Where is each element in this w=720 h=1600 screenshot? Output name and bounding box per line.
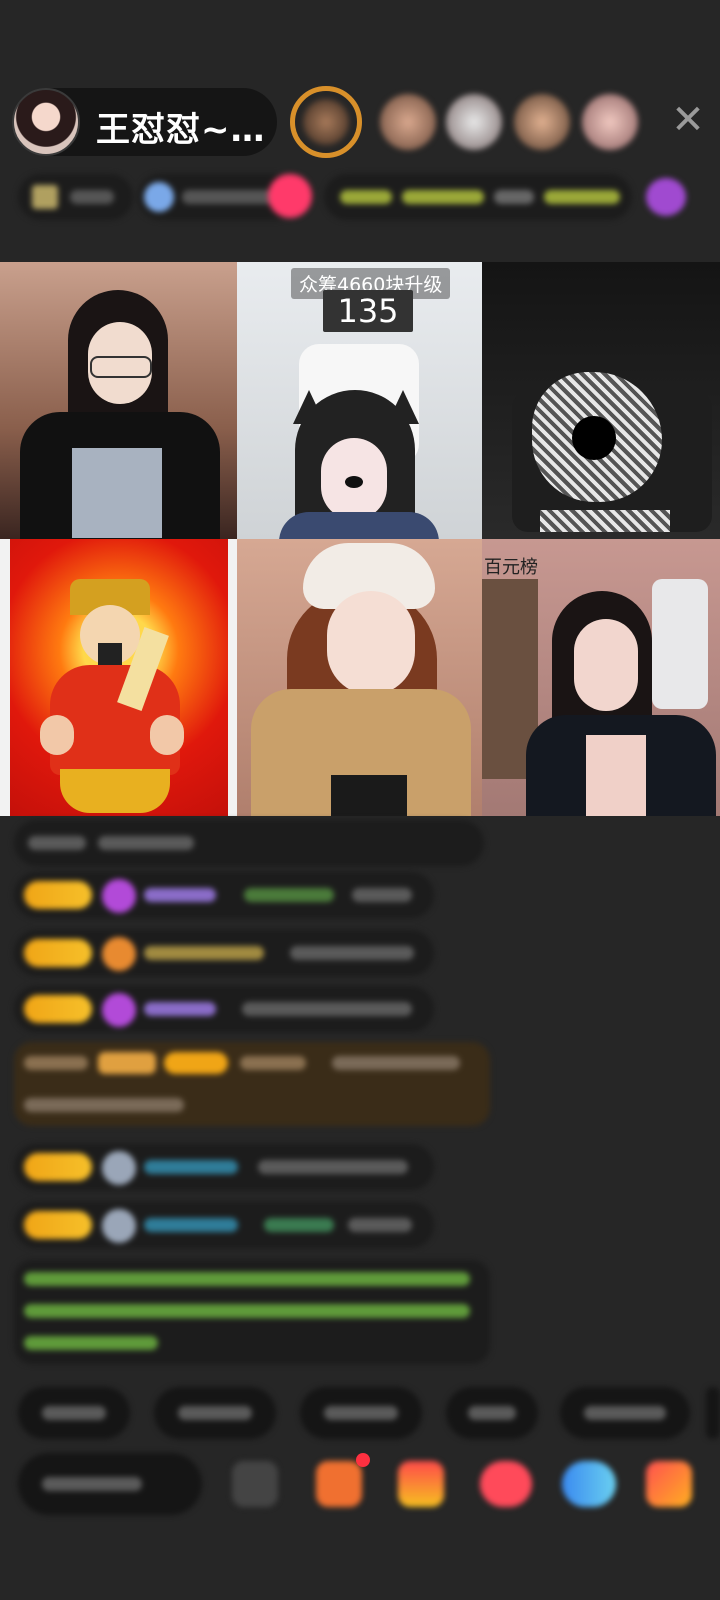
badge-row [18,174,704,220]
video-tile-2[interactable]: 众筹4660块升级 135 [237,262,482,539]
video-tile-3[interactable] [482,262,720,539]
quick-reply-row [18,1387,720,1439]
video-tile-6[interactable]: 百元榜 [482,539,720,816]
quick-reply-button[interactable] [706,1387,720,1439]
chat-message[interactable] [14,1202,434,1248]
red-pack-icon[interactable] [480,1461,532,1507]
comment-input[interactable] [18,1453,202,1515]
top-viewer-avatar-4[interactable] [506,86,578,158]
chat-message[interactable] [14,820,484,866]
close-icon[interactable]: ✕ [668,100,708,140]
more-icon[interactable] [646,1461,692,1507]
top-viewer-avatar-3[interactable] [438,86,510,158]
video-grid: 众筹4660块升级 135 百元榜 [0,262,720,816]
video-tile-5[interactable] [237,539,482,816]
top-viewer-avatar-1[interactable] [290,86,362,158]
host-name: 王怼怼~… [96,110,266,150]
video-tile-1[interactable] [0,262,237,539]
video-tile-4[interactable] [0,539,237,816]
quick-reply-button[interactable] [446,1387,538,1439]
quick-reply-button[interactable] [560,1387,690,1439]
chat-highlight-message[interactable] [14,1042,490,1126]
gift-box-icon[interactable] [398,1461,444,1507]
host-avatar[interactable] [12,88,80,156]
bottom-toolbar [18,1453,720,1519]
chat-message[interactable] [14,872,434,918]
chat-message[interactable] [14,986,434,1032]
rank-label: 百元榜 [484,557,538,578]
chat-message[interactable] [14,1144,434,1190]
quick-reply-button[interactable] [154,1387,276,1439]
chat-message[interactable] [14,930,434,976]
crowdfund-count: 135 [323,290,413,332]
top-viewer-avatar-2[interactable] [372,86,444,158]
quick-reply-button[interactable] [300,1387,422,1439]
quick-reply-button[interactable] [18,1387,130,1439]
gift-icon[interactable] [316,1461,362,1507]
game-icon[interactable] [562,1461,616,1507]
top-viewer-avatar-5[interactable] [574,86,646,158]
emoji-icon[interactable] [232,1461,278,1507]
chat-system-message [14,1260,490,1364]
